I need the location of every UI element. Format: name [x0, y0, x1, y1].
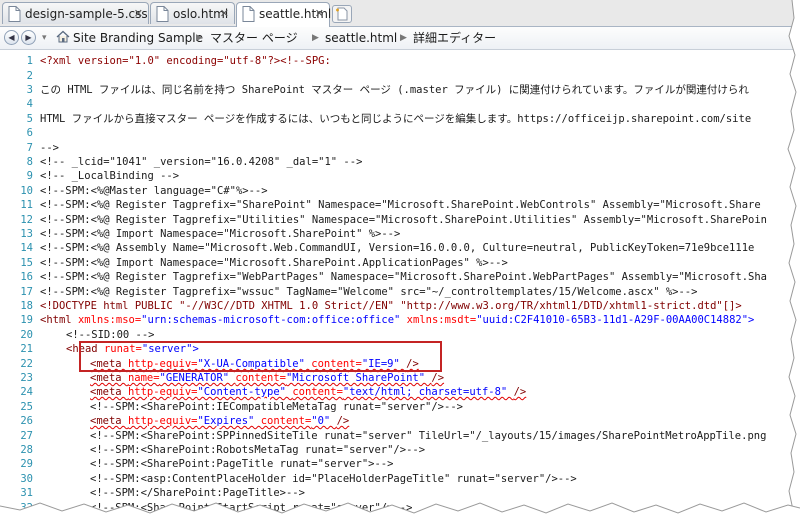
breadcrumb-separator: ▶	[196, 33, 203, 43]
code-line: 24 <meta http-equiv="Content-type" conten…	[20, 386, 527, 398]
code-line: 25 <!--SPM:<SharePoint:IECompatibleMetaTa…	[20, 401, 463, 413]
file-icon	[156, 6, 169, 22]
code-line: 11 <!--SPM:<%@ Register Tagprefix="ShareP…	[20, 199, 761, 211]
code-line: 8 <!-- _lcid="1041" _version="16.0.4208" …	[26, 156, 363, 168]
tab-oslo-html[interactable]: oslo.html ✕	[150, 2, 235, 24]
code-line: 27 <!--SPM:<SharePoint:SPPinnedSiteTile r…	[20, 430, 767, 442]
code-line: 13 <!--SPM:<%@ Import Namespace="Microsof…	[20, 228, 401, 240]
file-icon	[8, 6, 21, 22]
home-icon	[56, 30, 70, 47]
tab-bar: design-sample-5.css ✕ oslo.html ✕ seattl…	[0, 0, 800, 27]
code-line: 30 <!--SPM:<asp:ContentPlaceHolder id="Pl…	[20, 473, 577, 485]
code-line: 15 <!--SPM:<%@ Import Namespace="Microsof…	[20, 257, 508, 269]
tab-seattle-html[interactable]: seattle.html ✕	[236, 2, 331, 27]
forward-button[interactable]: ▶	[21, 30, 36, 45]
code-line: 2	[26, 70, 33, 82]
code-line: 16 <!--SPM:<%@ Register Tagprefix="WebPar…	[20, 271, 767, 283]
close-icon[interactable]: ✕	[134, 3, 143, 25]
breadcrumb-advanced-editor[interactable]: 詳細エディター	[413, 30, 496, 46]
code-line: 17 <!--SPM:<%@ Register Tagprefix="wssuc"…	[20, 286, 698, 298]
breadcrumb-file[interactable]: seattle.html	[325, 30, 397, 46]
tab-label: design-sample-5.css	[25, 7, 148, 21]
back-icon: ◀	[8, 33, 15, 42]
code-line: 3 この HTML ファイルは、同じ名前を持つ SharePoint マスター ペ…	[26, 84, 749, 96]
code-line: 6	[26, 127, 33, 139]
highlight-box	[79, 341, 442, 372]
code-line: 23 <meta name="GENERATOR" content="Micros…	[20, 372, 445, 384]
breadcrumb-bar: ◀ ▶ ▾ Site Branding Sample ▶ マスター ページ ▶ …	[0, 27, 800, 50]
code-line: 5 HTML ファイルから直接マスター ページを作成するには、いつもと同じようにペ…	[26, 113, 752, 125]
file-icon	[242, 6, 255, 22]
dropdown-icon[interactable]: ▾	[42, 30, 47, 46]
code-line: 29 <!--SPM:<SharePoint:PageTitle runat="s…	[20, 458, 394, 470]
code-line: 19 <html xmlns:mso="urn:schemas-microsoft…	[20, 314, 755, 326]
code-line: 9 <!-- _LocalBinding -->	[26, 170, 180, 182]
back-button[interactable]: ◀	[4, 30, 19, 45]
new-tab-icon	[336, 7, 348, 21]
breadcrumb-separator: ▶	[400, 33, 407, 43]
close-icon[interactable]: ✕	[315, 3, 324, 25]
breadcrumb-separator: ▶	[312, 33, 319, 43]
code-line: 18 <!DOCTYPE html PUBLIC "-//W3C//DTD XHT…	[20, 300, 742, 312]
code-line: 10 <!--SPM:<%@Master language="C#"%>-->	[20, 185, 268, 197]
close-icon[interactable]: ✕	[220, 3, 229, 25]
code-line: 14 <!--SPM:<%@ Assembly Name="Microsoft.W…	[20, 242, 755, 254]
breadcrumb-site[interactable]: Site Branding Sample	[73, 30, 203, 46]
new-tab-button[interactable]	[332, 5, 352, 23]
code-line: 4	[26, 98, 33, 110]
code-line: 1 <?xml version="1.0" encoding="utf-8"?><…	[26, 55, 331, 67]
code-line: 28 <!--SPM:<SharePoint:RobotsMetaTag runa…	[20, 444, 426, 456]
code-line: 7 -->	[26, 142, 59, 154]
torn-edge-right	[787, 0, 800, 520]
forward-icon: ▶	[25, 33, 32, 42]
torn-edge-bottom	[0, 502, 800, 520]
code-line: 12 <!--SPM:<%@ Register Tagprefix="Utilit…	[20, 214, 767, 226]
tab-design-sample-css[interactable]: design-sample-5.css ✕	[2, 2, 149, 24]
code-editor[interactable]: 1 <?xml version="1.0" encoding="utf-8"?><…	[0, 50, 800, 520]
breadcrumb-master-page[interactable]: マスター ページ	[210, 30, 298, 46]
code-line: 26 <meta http-equiv="Expires" content="0"…	[20, 415, 350, 427]
